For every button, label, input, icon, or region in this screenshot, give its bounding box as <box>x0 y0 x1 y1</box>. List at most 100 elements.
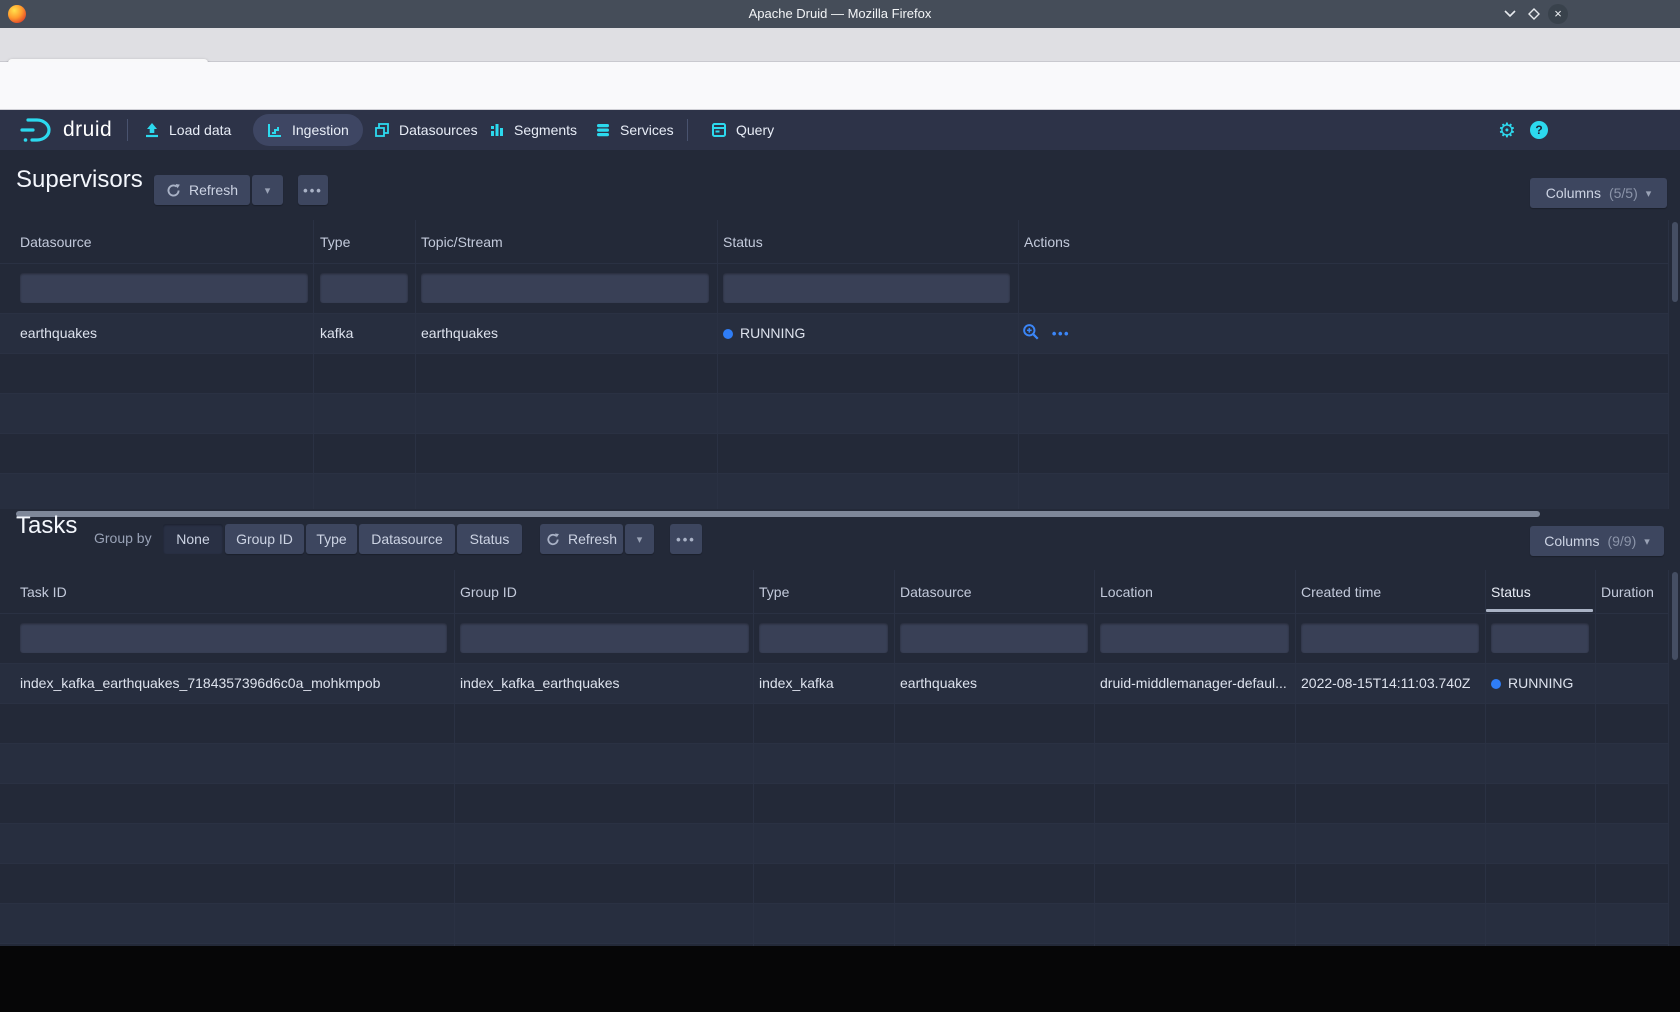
cell-status: RUNNING <box>723 325 805 341</box>
desktop-background <box>0 946 1680 1012</box>
filter-input-status[interactable] <box>723 273 1010 303</box>
column-divider <box>753 570 754 946</box>
cell-group-id: index_kafka_earthquakes <box>460 675 620 691</box>
filter-input-type[interactable] <box>759 623 888 653</box>
row-divider <box>0 353 1668 354</box>
nav-item-query[interactable]: Query <box>711 110 774 150</box>
settings-button[interactable]: ⚙ <box>1498 110 1516 150</box>
nav-item-ingestion[interactable]: Ingestion <box>253 114 363 146</box>
tasks-refresh-caret-button[interactable]: ▾ <box>625 524 654 554</box>
druid-brand[interactable]: druid <box>18 110 112 150</box>
ingestion-icon <box>267 122 283 138</box>
supervisors-refresh-button[interactable]: Refresh <box>154 175 250 205</box>
supervisors-more-button[interactable]: ••• <box>298 175 328 205</box>
magnify-plus-icon[interactable] <box>1022 323 1040 341</box>
supervisors-vertical-scrollbar[interactable] <box>1672 222 1678 302</box>
row-divider <box>0 943 1668 944</box>
browser-toolbar: 172.18.0.4:30109/unified-console.html#in… <box>0 62 1680 110</box>
group-by-option-label: Status <box>470 531 510 547</box>
row-divider <box>0 823 1668 824</box>
refresh-label: Refresh <box>189 182 238 198</box>
column-header-created-time[interactable]: Created time <box>1301 584 1381 600</box>
column-divider <box>1668 220 1669 509</box>
row-divider <box>0 263 1668 264</box>
tasks-title: Tasks <box>16 512 77 540</box>
nav-item-load-data[interactable]: Load data <box>144 110 231 150</box>
filter-input-datasource[interactable] <box>900 623 1088 653</box>
tasks-vertical-scrollbar[interactable] <box>1672 572 1678 660</box>
column-header-datasource[interactable]: Datasource <box>20 234 92 250</box>
refresh-icon <box>546 532 560 547</box>
filter-input-location[interactable] <box>1100 623 1289 653</box>
tab-strip: Apache Druid × + <box>0 28 1680 62</box>
column-header-duration[interactable]: Duration <box>1601 584 1654 600</box>
table-row <box>0 393 1668 433</box>
column-header-topic-stream[interactable]: Topic/Stream <box>421 234 503 250</box>
column-header-status-sorted[interactable]: Status <box>1491 584 1531 600</box>
column-divider <box>894 570 895 946</box>
column-divider <box>1668 570 1669 946</box>
column-header-task-id[interactable]: Task ID <box>20 584 67 600</box>
group-by-group-id-button[interactable]: Group ID <box>225 524 304 554</box>
table-row[interactable] <box>0 313 1668 353</box>
filter-input-created-time[interactable] <box>1301 623 1479 653</box>
filter-input-status[interactable] <box>1491 623 1589 653</box>
row-divider <box>0 903 1668 904</box>
nav-item-services[interactable]: Services <box>595 110 674 150</box>
row-divider <box>0 863 1668 864</box>
column-header-type[interactable]: Type <box>759 584 789 600</box>
supervisors-refresh-caret-button[interactable]: ▾ <box>252 175 283 205</box>
window-close-button[interactable]: × <box>1548 4 1568 24</box>
table-row <box>0 743 1668 783</box>
supervisors-title: Supervisors <box>16 166 143 194</box>
filter-input-datasource[interactable] <box>20 273 308 303</box>
group-by-status-button[interactable]: Status <box>457 524 522 554</box>
nav-item-datasources[interactable]: Datasources <box>374 110 478 150</box>
column-divider <box>1295 570 1296 946</box>
pane-splitter-handle[interactable] <box>16 511 1540 517</box>
column-header-type[interactable]: Type <box>320 234 350 250</box>
cell-type: kafka <box>320 325 353 341</box>
tasks-refresh-button[interactable]: Refresh <box>540 524 623 554</box>
columns-label: Columns <box>1546 185 1601 201</box>
column-header-location[interactable]: Location <box>1100 584 1153 600</box>
console-content: Supervisors Refresh ▾ ••• Columns (5/5) … <box>0 150 1680 946</box>
columns-label: Columns <box>1544 533 1599 549</box>
table-row <box>0 823 1668 863</box>
group-by-type-button[interactable]: Type <box>306 524 357 554</box>
supervisors-columns-button[interactable]: Columns (5/5) ▾ <box>1530 178 1667 208</box>
row-divider <box>0 613 1668 614</box>
tasks-table: Task ID Group ID Type Datasource Locatio… <box>0 570 1680 946</box>
cell-location: druid-middlemanager-defaul... <box>1100 675 1287 691</box>
column-header-group-id[interactable]: Group ID <box>460 584 517 600</box>
gear-icon: ⚙ <box>1498 118 1516 142</box>
tasks-more-button[interactable]: ••• <box>670 524 702 554</box>
group-by-datasource-button[interactable]: Datasource <box>359 524 455 554</box>
group-by-none-button[interactable]: None <box>163 524 223 554</box>
filter-input-topic-stream[interactable] <box>421 273 709 303</box>
column-header-datasource[interactable]: Datasource <box>900 584 972 600</box>
table-row <box>0 903 1668 943</box>
druid-navbar: druid Load data Ingestion Datasources Se… <box>0 110 1680 150</box>
tasks-columns-button[interactable]: Columns (9/9) ▾ <box>1530 526 1664 556</box>
nav-item-segments[interactable]: Segments <box>489 110 577 150</box>
nav-item-label: Query <box>736 122 774 138</box>
window-minimize-button[interactable] <box>1500 4 1520 24</box>
status-label: RUNNING <box>740 325 805 341</box>
row-divider <box>0 783 1668 784</box>
load-data-icon <box>144 122 160 138</box>
column-divider <box>1094 570 1095 946</box>
filter-input-group-id[interactable] <box>460 623 749 653</box>
column-header-status[interactable]: Status <box>723 234 763 250</box>
column-divider <box>454 570 455 946</box>
window-maximize-button[interactable] <box>1524 4 1544 24</box>
refresh-label: Refresh <box>568 531 617 547</box>
diamond-icon <box>1528 8 1540 20</box>
datasources-icon <box>374 122 390 138</box>
help-button[interactable]: ? <box>1530 110 1548 150</box>
row-more-icon[interactable]: ••• <box>1052 326 1070 341</box>
more-icon: ••• <box>676 532 696 547</box>
filter-input-task-id[interactable] <box>20 623 447 653</box>
columns-count: (9/9) <box>1607 533 1636 549</box>
filter-input-type[interactable] <box>320 273 408 303</box>
